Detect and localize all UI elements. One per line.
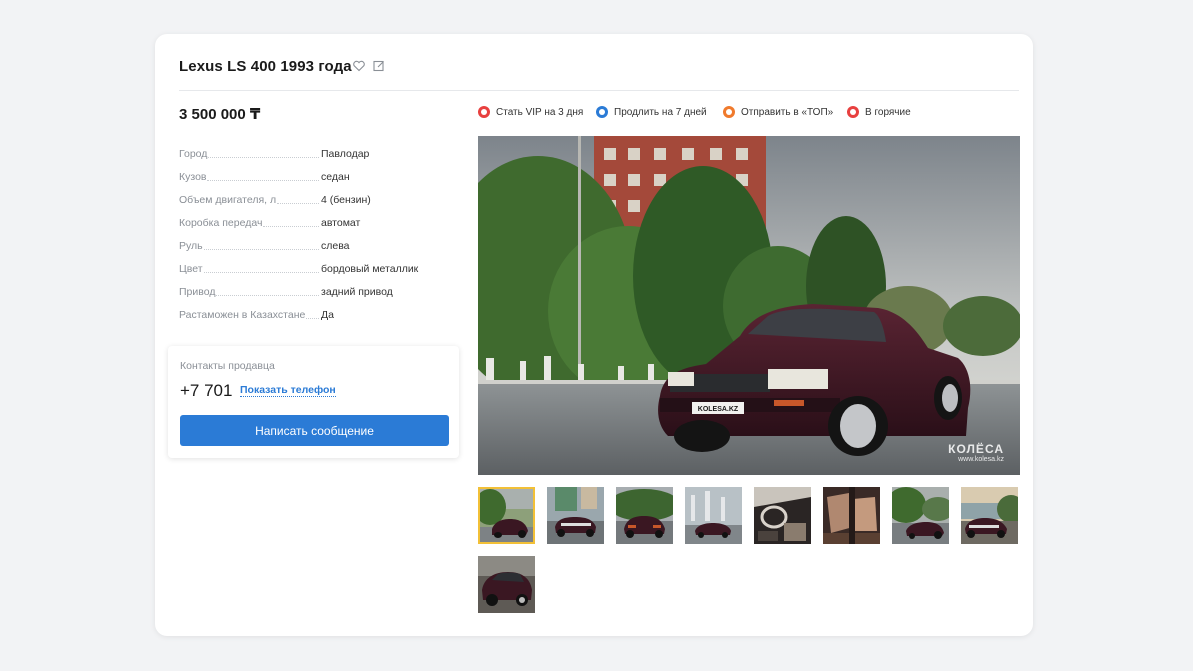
- spec-label: Растаможен в Казахстане: [179, 309, 306, 321]
- promo-label: Стать VIP на 3 дня: [496, 106, 584, 118]
- spec-row: Руль слева: [179, 240, 429, 263]
- spec-value: Павлодар: [321, 148, 370, 160]
- promo-renew[interactable]: Продлить на 7 дней: [596, 106, 707, 118]
- top-icon: [723, 106, 735, 118]
- promo-hot[interactable]: В горячие: [847, 106, 911, 118]
- thumbnail[interactable]: [754, 487, 811, 544]
- spec-label: Руль: [179, 240, 203, 252]
- thumbnail[interactable]: [823, 487, 880, 544]
- thumbnail[interactable]: [961, 487, 1018, 544]
- spec-label: Город: [179, 148, 208, 160]
- photo-watermark: КОЛЁСА www.kolesa.kz: [948, 442, 1004, 463]
- heart-icon[interactable]: [352, 59, 366, 73]
- promo-vip[interactable]: Стать VIP на 3 дня: [478, 106, 583, 118]
- thumbnail[interactable]: [616, 487, 673, 544]
- spec-value: седан: [321, 171, 350, 183]
- spec-value: автомат: [321, 217, 361, 229]
- listing-title: Lexus LS 400 1993 года: [179, 58, 352, 75]
- promo-label: Продлить на 7 дней: [614, 106, 707, 118]
- spec-row: Растаможен в Казахстане Да: [179, 309, 429, 332]
- spec-label: Цвет: [179, 263, 203, 275]
- listing-card: Lexus LS 400 1993 года 3 500 000 ₸ Город…: [155, 34, 1033, 636]
- spec-value: 4 (бензин): [321, 194, 371, 206]
- spec-value: Да: [321, 309, 334, 321]
- contacts-title: Контакты продавца: [180, 360, 275, 372]
- promo-label: В горячие: [865, 106, 911, 118]
- vip-icon: [478, 106, 490, 118]
- spec-label: Объем двигателя, л: [179, 194, 277, 206]
- spec-value: бордовый металлик: [321, 263, 419, 275]
- promo-top[interactable]: Отправить в «ТОП»: [723, 106, 833, 118]
- watermark-url: www.kolesa.kz: [958, 456, 1004, 463]
- spec-value: задний привод: [321, 286, 393, 298]
- plate-text: KOLESA.KZ: [698, 406, 739, 413]
- show-phone-link[interactable]: Показать телефон: [240, 384, 336, 397]
- car-photo: KOLESA.KZ: [478, 136, 1020, 475]
- spec-row: Кузов седан: [179, 171, 429, 194]
- thumbnail[interactable]: [478, 487, 535, 544]
- renew-icon: [596, 106, 608, 118]
- spec-row: Привод задний привод: [179, 286, 429, 309]
- note-icon[interactable]: [372, 59, 386, 73]
- spec-label: Кузов: [179, 171, 207, 183]
- spec-list: Город Павлодар Кузов седан Объем двигателя…: [179, 148, 429, 332]
- spec-row: Город Павлодар: [179, 148, 429, 171]
- hot-icon: [847, 106, 859, 118]
- listing-header: Lexus LS 400 1993 года: [179, 58, 1019, 91]
- spec-label: Коробка передач: [179, 217, 263, 229]
- write-message-button[interactable]: Написать сообщение: [180, 415, 449, 446]
- listing-price: 3 500 000 ₸: [179, 106, 261, 123]
- promo-label: Отправить в «ТОП»: [741, 106, 834, 118]
- thumbnail[interactable]: [547, 487, 604, 544]
- main-photo[interactable]: KOLESA.KZ КОЛЁСА www.kolesa.kz: [478, 136, 1020, 475]
- spec-row: Коробка передач автомат: [179, 217, 429, 240]
- watermark-logo: КОЛЁСА: [948, 442, 1004, 456]
- seller-contacts: Контакты продавца +7 701 Показать телефо…: [168, 346, 459, 458]
- thumbnail[interactable]: [892, 487, 949, 544]
- spec-row: Цвет бордовый металлик: [179, 263, 429, 286]
- spec-label: Привод: [179, 286, 216, 298]
- thumbnail[interactable]: [685, 487, 742, 544]
- phone-number: +7 701: [180, 381, 233, 400]
- spec-row: Объем двигателя, л 4 (бензин): [179, 194, 429, 217]
- thumbnail[interactable]: [478, 556, 535, 613]
- spec-value: слева: [321, 240, 350, 252]
